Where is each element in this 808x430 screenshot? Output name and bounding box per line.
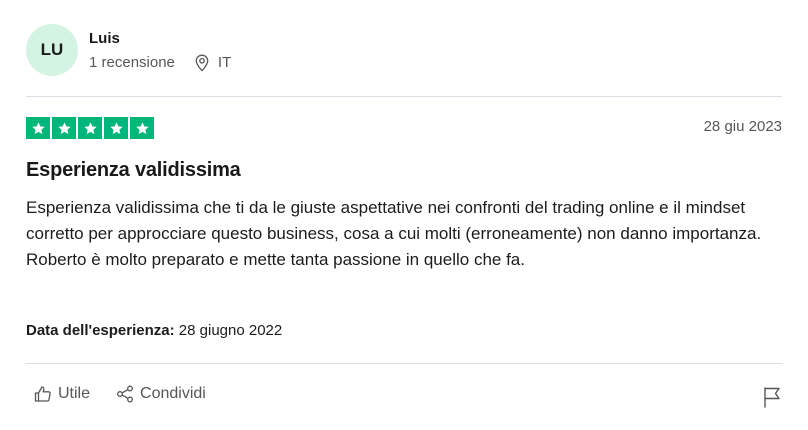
review-count: 1 recensione: [89, 54, 175, 71]
thumbs-up-icon: [34, 386, 51, 402]
reviewer-header: LU Luis 1 recensione IT: [26, 24, 231, 76]
share-button[interactable]: Condividi: [116, 385, 206, 403]
useful-button[interactable]: Utile: [34, 385, 90, 403]
review-actions: Utile Condividi: [34, 385, 206, 403]
experience-label: Data dell'esperienza:: [26, 322, 175, 339]
reviewer-meta: 1 recensione IT: [89, 54, 231, 72]
star-rating: [26, 117, 156, 139]
share-label: Condividi: [140, 385, 206, 402]
reviewer-country: IT: [195, 54, 231, 72]
star-icon: [26, 117, 50, 139]
review-body: Esperienza validissima che ti da le gius…: [26, 195, 786, 273]
useful-label: Utile: [58, 385, 91, 402]
avatar[interactable]: LU: [26, 24, 78, 76]
divider-bottom: [26, 363, 782, 364]
review-card: LU Luis 1 recensione IT 28 giu 2023 Espe…: [0, 0, 808, 430]
location-pin-icon: [195, 54, 209, 72]
star-icon: [78, 117, 102, 139]
experience-date: Data dell'esperienza: 28 giugno 2022: [26, 322, 282, 339]
country-code: IT: [217, 54, 232, 71]
reviewer-info: Luis 1 recensione IT: [89, 29, 231, 72]
review-date: 28 giu 2023: [703, 118, 782, 135]
review-paragraph: Esperienza validissima che ti da le gius…: [26, 198, 762, 243]
flag-icon[interactable]: [762, 386, 782, 408]
star-icon: [104, 117, 128, 139]
star-icon: [52, 117, 76, 139]
reviewer-name[interactable]: Luis: [89, 29, 231, 49]
divider-top: [26, 96, 782, 97]
star-icon: [130, 117, 154, 139]
share-icon: [117, 385, 133, 403]
experience-value: 28 giugno 2022: [178, 322, 283, 339]
review-title[interactable]: Esperienza validissima: [26, 159, 241, 182]
review-paragraph: Roberto è molto preparato e mette tanta …: [26, 250, 525, 269]
